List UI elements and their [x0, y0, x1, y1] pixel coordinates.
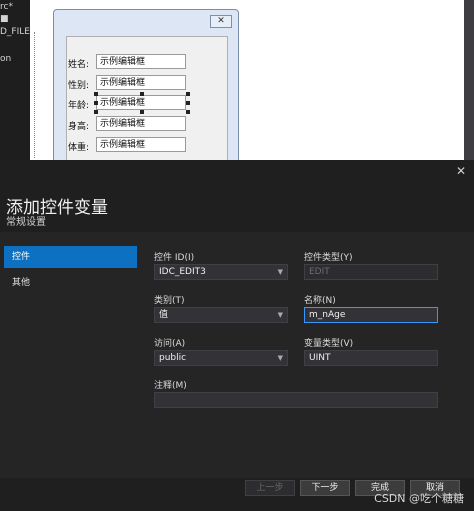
control-id-select[interactable]: IDC_EDIT3 ▼	[154, 264, 288, 280]
scrollbar[interactable]	[464, 0, 474, 160]
var-type-input[interactable]: UINT	[304, 350, 438, 366]
solution-panel: rc* ■ D_FILEI on	[0, 0, 33, 160]
control-id-label: 控件 ID(I)	[154, 253, 195, 263]
prev-button[interactable]: 上一步	[245, 480, 295, 496]
resize-handle[interactable]	[94, 110, 98, 114]
category-select[interactable]: 值 ▼	[154, 307, 288, 323]
access-label: 访问(A)	[154, 339, 186, 349]
name-input[interactable]: m_nAge	[304, 307, 438, 323]
panel-line: ■	[0, 14, 9, 24]
chevron-down-icon: ▼	[277, 268, 283, 276]
resize-handle[interactable]	[140, 110, 144, 114]
edit-control[interactable]: 示例编辑框	[96, 116, 186, 131]
resize-handle[interactable]	[94, 92, 98, 96]
nav-item-control[interactable]: 控件	[4, 246, 137, 268]
form-label: 身高:	[68, 122, 90, 132]
resize-handle[interactable]	[140, 92, 144, 96]
edit-control[interactable]: 示例编辑框	[96, 54, 186, 69]
design-ruler	[34, 32, 49, 158]
comment-label: 注释(M)	[154, 381, 187, 391]
watermark: CSDN @吃个糖糖	[374, 492, 464, 505]
resize-handle[interactable]	[186, 101, 190, 105]
add-control-variable-dialog: ✕ 添加控件变量 常规设置 控件 其他 控件 ID(I) IDC_EDIT3 ▼…	[0, 160, 474, 511]
comment-input[interactable]	[154, 392, 438, 408]
control-type-label: 控件类型(Y)	[304, 253, 353, 263]
panel-line: D_FILEI	[0, 27, 33, 37]
ide-background: rc* ■ D_FILEI on ✕ 姓名: 示例编辑框 性别: 示例编辑框 年…	[0, 0, 474, 178]
form-label: 性别:	[68, 81, 90, 91]
close-icon[interactable]: ✕	[456, 164, 466, 178]
nav-item-other[interactable]: 其他	[4, 272, 137, 294]
category-label: 类别(T)	[154, 296, 185, 306]
close-icon[interactable]: ✕	[210, 15, 232, 28]
control-id-value: IDC_EDIT3	[159, 267, 206, 277]
panel-line: rc*	[0, 2, 13, 12]
form-label: 姓名:	[68, 60, 90, 70]
resize-handle[interactable]	[94, 101, 98, 105]
edit-control[interactable]: 示例编辑框	[96, 75, 186, 90]
var-type-label: 变量类型(V)	[304, 339, 354, 349]
edit-control[interactable]: 示例编辑框	[96, 137, 186, 152]
panel-line: on	[0, 54, 12, 64]
next-button[interactable]: 下一步	[300, 480, 350, 496]
chevron-down-icon: ▼	[277, 311, 283, 319]
access-value: public	[159, 353, 187, 363]
edit-control-selected[interactable]: 示例编辑框	[96, 95, 186, 110]
dialog-content: 控件 其他 控件 ID(I) IDC_EDIT3 ▼ 控件类型(Y) EDIT …	[0, 232, 474, 478]
form-label: 体重:	[68, 143, 90, 153]
resize-handle[interactable]	[186, 110, 190, 114]
name-label: 名称(N)	[304, 296, 336, 306]
form-label: 年龄:	[68, 101, 90, 111]
access-select[interactable]: public ▼	[154, 350, 288, 366]
design-dialog[interactable]: ✕ 姓名: 示例编辑框 性别: 示例编辑框 年龄: 示例编辑框 身高: 示例编辑…	[53, 9, 239, 178]
chevron-down-icon: ▼	[277, 354, 283, 362]
category-value: 值	[159, 310, 169, 320]
resize-handle[interactable]	[186, 92, 190, 96]
control-type-field: EDIT	[304, 264, 438, 280]
dialog-subtitle: 常规设置	[6, 217, 46, 228]
